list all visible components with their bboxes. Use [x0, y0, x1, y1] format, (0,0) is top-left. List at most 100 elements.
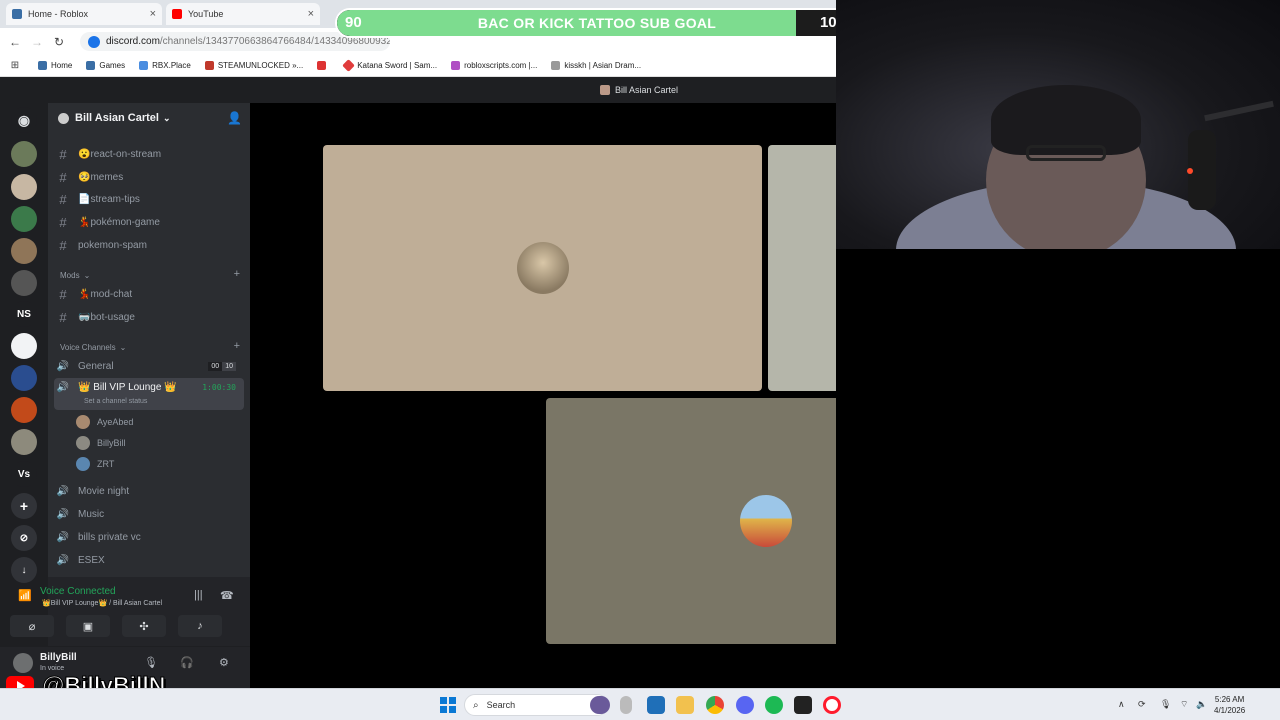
wifi-icon[interactable]: ⌔: [1180, 699, 1188, 710]
channel-pokemon-spam[interactable]: # pokemon-spam: [54, 235, 244, 255]
voice-channel-movie-night[interactable]: 🔊 Movie night: [54, 480, 244, 502]
headphones-icon[interactable]: 🎧: [180, 656, 194, 669]
tab-youtube[interactable]: YouTube ×: [166, 3, 320, 25]
channel-bot-usage[interactable]: # 🥽 bot-usage: [54, 307, 244, 327]
add-server-icon[interactable]: +: [11, 493, 37, 519]
screen-share-button[interactable]: ▣: [66, 615, 110, 637]
voice-member[interactable]: ZRT: [76, 455, 114, 473]
reload-icon[interactable]: ↻: [48, 35, 70, 49]
invite-icon[interactable]: 👤: [227, 111, 242, 125]
category-voice[interactable]: Voice Channels ⌄: [60, 343, 126, 352]
channel-label: bills private vc: [78, 531, 141, 543]
server-icon: [600, 85, 610, 95]
server-icon[interactable]: [11, 333, 37, 359]
voice-channel-general[interactable]: 🔊 General 00 10: [54, 355, 244, 377]
server-icon[interactable]: [11, 206, 37, 232]
disconnect-icon[interactable]: ☎: [220, 589, 234, 602]
microphone-icon[interactable]: 🎙: [1160, 699, 1171, 710]
add-channel-icon[interactable]: +: [234, 340, 240, 352]
server-icon[interactable]: [11, 270, 37, 296]
close-icon[interactable]: ×: [308, 8, 314, 20]
server-icon[interactable]: [11, 429, 37, 455]
microphone-icon[interactable]: 🎙: [144, 656, 158, 669]
channel-memes[interactable]: # 🥺 memes: [54, 167, 244, 187]
scripts-icon: [451, 61, 461, 70]
voice-member[interactable]: AyeAbed: [76, 413, 133, 431]
bookmark-katana[interactable]: Katana Sword | Sam...: [342, 59, 437, 72]
camera-off-button[interactable]: ⌀: [10, 615, 54, 637]
username[interactable]: BillyBill: [40, 652, 77, 663]
widgets-icon[interactable]: [590, 696, 610, 714]
spotify-icon[interactable]: [765, 696, 783, 714]
voice-channel-music[interactable]: 🔊 Music: [54, 503, 244, 525]
server-name: Bill Asian Cartel: [75, 112, 159, 124]
discord-home-icon[interactable]: ◉: [11, 107, 37, 133]
windows-start-icon[interactable]: [440, 697, 456, 713]
server-icon[interactable]: [11, 174, 37, 200]
chevron-down-icon: ⌄: [162, 112, 171, 123]
app-icon[interactable]: [794, 696, 812, 714]
opera-icon[interactable]: [823, 696, 841, 714]
server-icon[interactable]: [11, 238, 37, 264]
chrome-icon[interactable]: [706, 696, 724, 714]
channel-emoji: 💃: [78, 216, 91, 228]
server-icon[interactable]: [11, 365, 37, 391]
soundboard-button[interactable]: ♪: [178, 615, 222, 637]
webcam-person: [1026, 145, 1106, 161]
voice-member[interactable]: BillyBill: [76, 434, 126, 452]
server-icon[interactable]: [11, 141, 37, 167]
taskbar-search[interactable]: ⌕ Search: [464, 694, 608, 716]
noise-suppression-icon[interactable]: |||: [194, 589, 203, 601]
avatar[interactable]: [13, 653, 33, 673]
channel-react-on-stream[interactable]: # 😮 react-on-stream: [54, 144, 244, 164]
activities-button[interactable]: ✣: [122, 615, 166, 637]
server-header[interactable]: Bill Asian Cartel ⌄: [58, 112, 171, 124]
tab-roblox[interactable]: Home - Roblox ×: [6, 3, 162, 25]
close-icon[interactable]: ×: [150, 8, 156, 20]
youtube-icon: [172, 9, 182, 19]
channel-status[interactable]: Set a channel status: [84, 398, 147, 405]
download-icon[interactable]: ↓: [11, 557, 37, 583]
volume-icon[interactable]: 🔈: [1196, 699, 1207, 710]
discover-icon[interactable]: ⊘: [11, 525, 37, 551]
mouse-app-icon[interactable]: [620, 696, 632, 714]
site-info-icon[interactable]: [88, 35, 100, 48]
participant-avatar: [739, 495, 792, 547]
voice-channel-bills-private[interactable]: 🔊 bills private vc: [54, 526, 244, 548]
channel-stream-tips[interactable]: # 📄 stream-tips: [54, 189, 244, 209]
channel-emoji: 📄: [78, 193, 91, 205]
store-icon[interactable]: [647, 696, 665, 714]
forward-icon[interactable]: →: [26, 35, 48, 49]
file-explorer-icon[interactable]: [676, 696, 694, 714]
chevron-up-icon[interactable]: ∧: [1118, 699, 1125, 710]
video-tile[interactable]: [323, 145, 762, 391]
voice-channel-vip-lounge[interactable]: 🔊 👑 Bill VIP Lounge 👑 1:00:30 Set a channel…: [54, 378, 244, 410]
bookmark-blank[interactable]: [317, 61, 330, 70]
channel-pokemon-game[interactable]: # 💃 pokémon-game: [54, 212, 244, 232]
system-clock[interactable]: 5:26 AM 4/1/2026: [1214, 694, 1245, 716]
bookmark-robloxscripts[interactable]: robloxscripts.com |...: [451, 61, 537, 70]
voice-connected-label[interactable]: Voice Connected: [20, 586, 116, 597]
channel-mod-chat[interactable]: # 💃 mod-chat: [54, 284, 244, 304]
speaker-icon: 🔊: [56, 382, 70, 393]
sync-icon[interactable]: ⟳: [1138, 699, 1146, 710]
hash-icon: #: [59, 214, 67, 230]
voice-channel-path: 👑Bill VIP Lounge👑 / Bill Asian Cartel: [42, 600, 163, 607]
bookmark-steamunlocked[interactable]: STEAMUNLOCKED »...: [204, 61, 303, 70]
voice-channel-esex[interactable]: 🔊 ESEX: [54, 549, 244, 571]
category-mods[interactable]: Mods ⌄: [60, 271, 90, 280]
add-channel-icon[interactable]: +: [234, 268, 240, 280]
bookmark-rbxplace[interactable]: RBX.Place: [139, 61, 191, 70]
back-icon[interactable]: ←: [4, 35, 26, 49]
settings-gear-icon[interactable]: ⚙: [219, 656, 229, 669]
server-vs-icon[interactable]: Vs: [11, 461, 37, 487]
bookmark-games[interactable]: Games: [86, 61, 125, 70]
roblox-icon: [12, 9, 22, 19]
discord-icon[interactable]: [736, 696, 754, 714]
channel-label: ESEX: [78, 554, 105, 566]
server-icon[interactable]: [11, 397, 37, 423]
server-ns-icon[interactable]: NS: [11, 301, 37, 327]
bookmark-kisskh[interactable]: kisskh | Asian Dram...: [551, 61, 641, 70]
bookmark-home[interactable]: Home: [38, 61, 72, 70]
apps-icon[interactable]: ⊞: [4, 60, 26, 71]
